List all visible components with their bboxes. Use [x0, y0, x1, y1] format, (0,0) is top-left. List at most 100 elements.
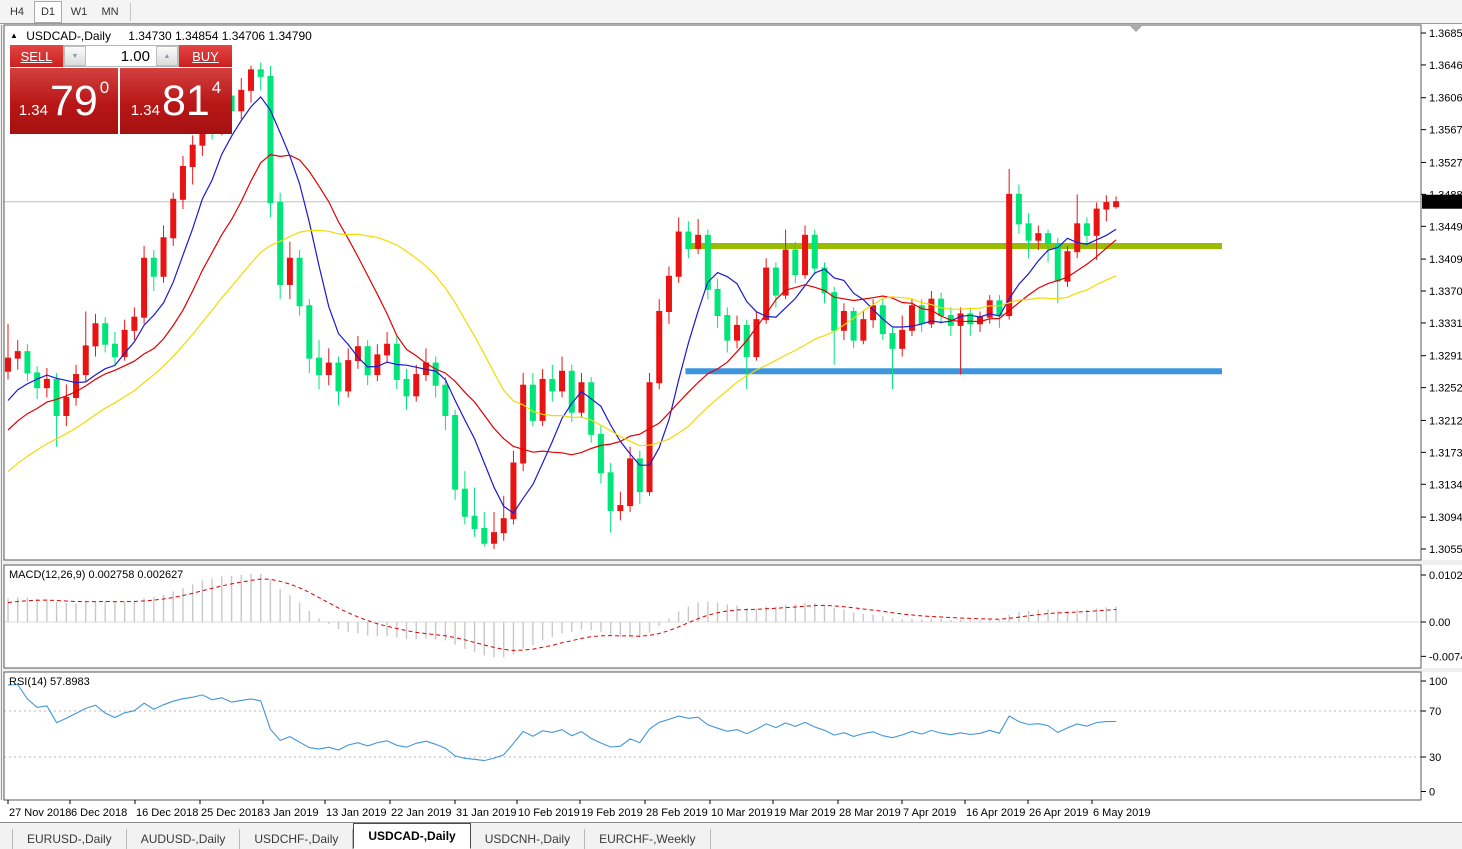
candle: [734, 324, 740, 341]
macd-label: MACD(12,26,9) 0.002758 0.002627: [9, 569, 183, 581]
time-axis-label: 19 Mar 2019: [774, 807, 836, 819]
candle: [452, 414, 459, 490]
buy-button[interactable]: BUY: [179, 45, 232, 67]
candle: [559, 370, 566, 392]
candle: [520, 384, 527, 464]
candle: [179, 166, 186, 200]
candle: [899, 329, 906, 349]
candle: [1006, 193, 1013, 317]
candle: [160, 237, 167, 277]
time-axis-label: 10 Mar 2019: [711, 807, 773, 819]
sell-price-big: 79: [49, 77, 98, 125]
candle: [131, 316, 138, 331]
time-axis-label: 28 Feb 2019: [646, 807, 708, 819]
price-axis-label: 1.32120: [1429, 415, 1462, 427]
candle: [432, 362, 439, 386]
tab-usdcad-daily[interactable]: USDCAD-,Daily: [353, 823, 471, 849]
candle: [306, 305, 313, 359]
sell-button[interactable]: SELL: [10, 45, 63, 67]
price-axis-label: 1.31730: [1429, 447, 1462, 459]
candle: [102, 323, 109, 345]
macd-axis-label: -0.007477: [1429, 651, 1462, 663]
volume-increase-icon[interactable]: ▲: [156, 46, 178, 66]
candle: [792, 249, 799, 276]
candle: [617, 505, 624, 512]
candle: [111, 343, 118, 358]
candle: [1045, 233, 1052, 244]
candle: [238, 89, 245, 112]
macd-axis-label: 0.00: [1429, 617, 1450, 629]
candle: [345, 360, 352, 392]
candle: [1093, 208, 1100, 236]
time-axis-label: 6 Dec 2018: [71, 807, 127, 819]
tab-eurchf-weekly[interactable]: EURCHF-,Weekly: [585, 829, 711, 849]
candle: [549, 378, 556, 392]
price-axis-label: 1.31340: [1429, 479, 1462, 491]
candle: [656, 310, 663, 384]
ohlc-values: 1.34730 1.34854 1.34706 1.34790: [128, 29, 312, 43]
time-axis[interactable]: 27 Nov 2018 6 Dec 2018 16 Dec 2018 25 Dec 2…: [7, 800, 1150, 819]
candle: [889, 333, 896, 349]
candle: [500, 518, 507, 534]
time-axis-label: 26 Apr 2019: [1029, 807, 1088, 819]
candle: [14, 351, 21, 359]
candle: [831, 292, 838, 331]
volume-decrease-icon[interactable]: ▼: [64, 46, 86, 66]
candle: [607, 472, 614, 512]
rsi-value: 57.8983: [49, 676, 90, 688]
time-axis-label: 16 Dec 2018: [136, 807, 198, 819]
candle: [627, 458, 634, 507]
candle: [1103, 202, 1110, 210]
candle: [335, 362, 342, 392]
tab-eurusd-daily[interactable]: EURUSD-,Daily: [12, 829, 127, 849]
candle: [695, 234, 702, 249]
time-axis-label: 16 Apr 2019: [966, 807, 1025, 819]
rsi-axis-label: 100: [1429, 676, 1447, 688]
candle: [821, 267, 828, 294]
candle: [714, 288, 721, 317]
tab-usdchf-daily[interactable]: USDCHF-,Daily: [240, 829, 354, 849]
trading-terminal-window: H4 D1 W1 MN 1.368501.364601.360601.35670…: [0, 0, 1462, 849]
candle: [248, 69, 254, 91]
candle: [325, 362, 332, 376]
volume-input[interactable]: [86, 46, 156, 66]
time-axis-label: 3 Jan 2019: [264, 807, 318, 819]
candle: [53, 378, 60, 416]
candle: [811, 234, 818, 269]
price-axis-label: 1.32910: [1429, 351, 1462, 363]
rsi-name: RSI(14): [9, 676, 47, 688]
pane-backgrounds: [0, 25, 1462, 800]
tab-usdcnh-daily[interactable]: USDCNH-,Daily: [471, 829, 586, 849]
buy-price-tile: 1.34 81 4: [120, 68, 232, 134]
candle: [1025, 223, 1032, 241]
current-price-tag: 1.34790: [1425, 197, 1462, 209]
tab-audusd-daily[interactable]: AUDUSD-,Daily: [127, 829, 241, 849]
rsi-axis-label: 70: [1429, 706, 1441, 718]
candle: [63, 396, 70, 416]
candle: [374, 354, 381, 376]
chart-tab-bar: EURUSD-,Daily AUDUSD-,Daily USDCHF-,Dail…: [0, 822, 1462, 849]
price-axis-label: 1.36060: [1429, 93, 1462, 105]
time-axis-label: 19 Feb 2019: [581, 807, 643, 819]
candle: [481, 528, 488, 544]
symbol-period-label: USDCAD-,Daily: [26, 29, 111, 43]
candle: [384, 343, 391, 356]
candle: [665, 275, 672, 312]
collapse-panel-icon[interactable]: ▲: [10, 31, 18, 40]
time-axis-label: 25 Dec 2018: [201, 807, 263, 819]
volume-stepper: ▼ ▲: [63, 45, 179, 67]
candle: [24, 351, 31, 374]
candle: [5, 357, 11, 372]
candle: [860, 319, 867, 341]
time-axis-label: 10 Feb 2019: [518, 807, 580, 819]
price-axis-label: 1.33700: [1429, 286, 1462, 298]
price-axis-label: 1.30940: [1429, 512, 1462, 524]
candle: [529, 384, 536, 421]
candle: [724, 315, 731, 341]
price-axis-label: 1.34090: [1429, 254, 1462, 266]
time-axis-label: 13 Jan 2019: [326, 807, 387, 819]
candle: [43, 378, 50, 389]
candle: [461, 488, 468, 517]
sell-price-sup: 0: [99, 78, 110, 97]
candle: [316, 357, 323, 376]
